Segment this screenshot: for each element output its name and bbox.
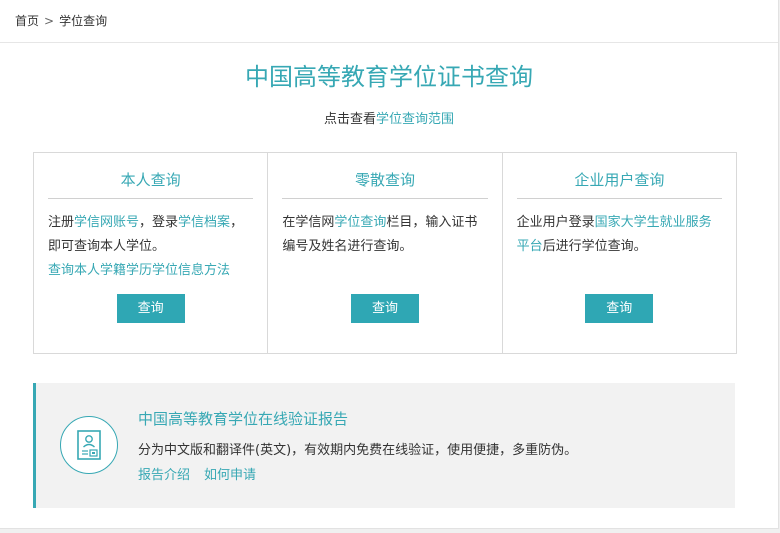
personal-query-button[interactable]: 查询 (116, 294, 185, 323)
card-individual-query: 零散查询 在学信网学位查询栏目，输入证书编号及姓名进行查询。 查询 (268, 153, 503, 353)
verification-report-panel: 中国高等教育学位在线验证报告 分为中文版和翻译件(英文)，有效期内免费在线验证，… (33, 383, 735, 508)
page-container: 首页 > 学位查询 中国高等教育学位证书查询 点击查看学位查询范围 本人查询 注册学… (0, 0, 779, 529)
individual-query-button[interactable]: 查询 (350, 294, 419, 323)
card-personal-query: 本人查询 注册学信网账号，登录学信档案，即可查询本人学位。 查询本人学籍学历学位… (34, 153, 269, 353)
page-title: 中国高等教育学位证书查询 (245, 63, 533, 91)
query-cards: 本人查询 注册学信网账号，登录学信档案，即可查询本人学位。 查询本人学籍学历学位… (33, 152, 737, 354)
breadcrumb-divider (0, 42, 778, 43)
query-method-link[interactable]: 查询本人学籍学历学位信息方法 (48, 259, 253, 283)
card-description: 企业用户登录国家大学生就业服务平台后进行学位查询。 (517, 211, 722, 259)
chsi-archive-link[interactable]: 学信档案 (178, 215, 230, 230)
breadcrumb-home-link[interactable]: 首页 (15, 14, 39, 28)
query-scope-link[interactable]: 学位查询范围 (376, 112, 454, 127)
degree-query-link[interactable]: 学位查询 (334, 215, 386, 230)
card-title: 零散查询 (282, 169, 488, 199)
card-enterprise-query: 企业用户查询 企业用户登录国家大学生就业服务平台后进行学位查询。 查询 (503, 153, 736, 353)
card-text: 企业用户登录 (516, 215, 595, 230)
breadcrumb: 首页 > 学位查询 (15, 13, 107, 29)
certificate-icon (60, 416, 118, 474)
breadcrumb-current: 学位查询 (59, 14, 108, 28)
breadcrumb-separator: > (44, 14, 55, 28)
card-text: 后进行学位查询。 (542, 239, 647, 254)
report-intro-link[interactable]: 报告介绍 (138, 468, 190, 483)
card-text: 在学信网 (282, 215, 335, 230)
card-description: 在学信网学位查询栏目，输入证书编号及姓名进行查询。 (282, 211, 487, 259)
card-text: 注册 (48, 215, 75, 230)
card-title: 本人查询 (48, 169, 254, 199)
card-text: ，登录 (139, 215, 179, 230)
report-links: 报告介绍 如何申请 (138, 467, 270, 485)
report-description: 分为中文版和翻译件(英文)，有效期内免费在线验证，使用便捷，多重防伪。 (138, 443, 578, 458)
chsi-account-link[interactable]: 学信网账号 (74, 215, 139, 230)
how-to-apply-link[interactable]: 如何申请 (204, 468, 256, 483)
subtitle: 点击查看学位查询范围 (0, 111, 778, 129)
card-description: 注册学信网账号，登录学信档案，即可查询本人学位。 查询本人学籍学历学位信息方法 (48, 211, 253, 283)
card-title: 企业用户查询 (516, 169, 722, 199)
enterprise-query-button[interactable]: 查询 (585, 294, 654, 323)
subtitle-text: 点击查看 (323, 112, 376, 127)
report-title[interactable]: 中国高等教育学位在线验证报告 (138, 409, 348, 429)
